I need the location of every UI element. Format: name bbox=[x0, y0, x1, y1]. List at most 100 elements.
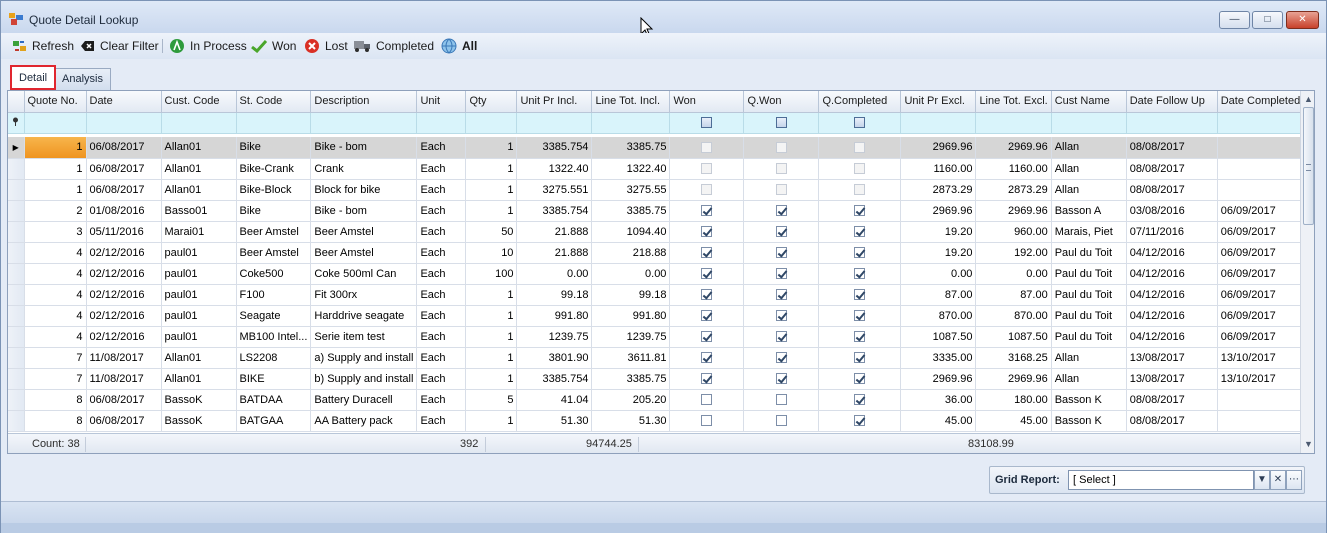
cell-line-tot-incl[interactable]: 3385.75 bbox=[591, 137, 671, 159]
cell-q-completed[interactable] bbox=[818, 263, 902, 285]
checkbox[interactable] bbox=[701, 352, 713, 364]
filter-checkbox[interactable] bbox=[701, 117, 713, 129]
cell-unit-pr-excl[interactable]: 0.00 bbox=[900, 263, 977, 285]
cell-date[interactable]: 02/12/2016 bbox=[86, 242, 162, 264]
cell-q-completed[interactable] bbox=[818, 158, 902, 180]
filter-cell[interactable] bbox=[975, 112, 1052, 134]
table-row[interactable]: 4 02/12/2016 paul01 F100 Fit 300rx Each 1 99.18… bbox=[8, 284, 1313, 306]
column-header-qty[interactable]: Qty bbox=[465, 91, 518, 113]
table-row[interactable]: 1 06/08/2017 Allan01 Bike-Block Block for bi… bbox=[8, 179, 1313, 201]
cell-won[interactable] bbox=[669, 326, 745, 348]
cell-line-tot-incl[interactable]: 51.30 bbox=[591, 410, 671, 432]
row-indicator[interactable] bbox=[8, 284, 25, 306]
cell-won[interactable] bbox=[669, 347, 745, 369]
cell-unit-pr-incl[interactable]: 3275.551 bbox=[516, 179, 593, 201]
cell-unit-pr-incl[interactable]: 1239.75 bbox=[516, 326, 593, 348]
tab-analysis[interactable]: Analysis bbox=[54, 68, 111, 90]
column-header-line-tot-excl[interactable]: Line Tot. Excl. bbox=[975, 91, 1052, 113]
cell-q-won[interactable] bbox=[743, 410, 820, 432]
cell-quote-no[interactable]: 7 bbox=[24, 347, 87, 369]
cell-qty[interactable]: 100 bbox=[465, 263, 518, 285]
cell-line-tot-incl[interactable]: 99.18 bbox=[591, 284, 671, 306]
cell-description[interactable]: Crank bbox=[310, 158, 418, 180]
close-button[interactable]: ✕ bbox=[1286, 11, 1319, 29]
row-indicator[interactable] bbox=[8, 263, 25, 285]
cell-st-code[interactable]: BIKE bbox=[236, 368, 312, 390]
grid-report-select[interactable]: [ Select ] bbox=[1068, 470, 1254, 490]
cell-line-tot-excl[interactable]: 87.00 bbox=[975, 284, 1052, 306]
column-header-unit[interactable]: Unit bbox=[416, 91, 467, 113]
cell-quote-no[interactable]: 4 bbox=[24, 263, 87, 285]
cell-description[interactable]: Beer Amstel bbox=[310, 221, 418, 243]
cell-unit-pr-excl[interactable]: 2873.29 bbox=[900, 179, 977, 201]
column-header-description[interactable]: Description bbox=[310, 91, 418, 113]
filter-cell[interactable] bbox=[24, 112, 87, 134]
table-row[interactable]: ▶ 1 06/08/2017 Allan01 Bike Bike - bom Each 1 33… bbox=[8, 137, 1313, 159]
cell-q-won[interactable] bbox=[743, 305, 820, 327]
table-row[interactable]: 1 06/08/2017 Allan01 Bike-Crank Crank Each 1 13… bbox=[8, 158, 1313, 180]
cell-date[interactable]: 06/08/2017 bbox=[86, 179, 162, 201]
filter-cell[interactable] bbox=[161, 112, 237, 134]
in-process-filter-button[interactable]: In Process bbox=[169, 37, 247, 55]
cell-date-follow-up[interactable]: 08/08/2017 bbox=[1126, 158, 1218, 180]
cell-unit[interactable]: Each bbox=[416, 179, 467, 201]
cell-q-won[interactable] bbox=[743, 368, 820, 390]
cell-unit-pr-excl[interactable]: 2969.96 bbox=[900, 368, 977, 390]
clear-filter-button[interactable]: Clear Filter bbox=[80, 37, 159, 55]
cell-line-tot-excl[interactable]: 2969.96 bbox=[975, 200, 1052, 222]
cell-date-completed[interactable]: 06/09/2017 bbox=[1217, 326, 1313, 348]
cell-line-tot-incl[interactable]: 0.00 bbox=[591, 263, 671, 285]
cell-q-won[interactable] bbox=[743, 347, 820, 369]
cell-unit-pr-incl[interactable]: 1322.40 bbox=[516, 158, 593, 180]
column-header-cust-name[interactable]: Cust Name bbox=[1051, 91, 1127, 113]
cell-description[interactable]: Block for bike bbox=[310, 179, 418, 201]
cell-qty[interactable]: 1 bbox=[465, 305, 518, 327]
checkbox[interactable] bbox=[775, 415, 787, 427]
cell-date-follow-up[interactable]: 08/08/2017 bbox=[1126, 410, 1218, 432]
cell-unit-pr-incl[interactable]: 41.04 bbox=[516, 389, 593, 411]
filter-q-completed-checkbox[interactable] bbox=[818, 112, 902, 134]
cell-cust-code[interactable]: paul01 bbox=[161, 305, 237, 327]
cell-unit-pr-excl[interactable]: 1160.00 bbox=[900, 158, 977, 180]
checkbox[interactable] bbox=[701, 289, 713, 301]
cell-unit[interactable]: Each bbox=[416, 242, 467, 264]
row-indicator[interactable] bbox=[8, 410, 25, 432]
column-header-line-tot-incl[interactable]: Line Tot. Incl. bbox=[591, 91, 671, 113]
cell-date[interactable]: 06/08/2017 bbox=[86, 410, 162, 432]
checkbox[interactable] bbox=[854, 184, 866, 196]
checkbox[interactable] bbox=[701, 247, 713, 259]
checkbox[interactable] bbox=[854, 205, 866, 217]
checkbox[interactable] bbox=[854, 141, 866, 153]
vertical-scrollbar[interactable]: ▲ ▼ bbox=[1300, 91, 1314, 453]
cell-won[interactable] bbox=[669, 410, 745, 432]
cell-unit-pr-incl[interactable]: 3385.754 bbox=[516, 368, 593, 390]
cell-cust-code[interactable]: BassoK bbox=[161, 389, 237, 411]
cell-st-code[interactable]: BATGAA bbox=[236, 410, 312, 432]
cell-unit-pr-excl[interactable]: 87.00 bbox=[900, 284, 977, 306]
checkbox[interactable] bbox=[775, 205, 787, 217]
row-indicator[interactable] bbox=[8, 368, 25, 390]
cell-description[interactable]: b) Supply and install bbox=[310, 368, 418, 390]
cell-date-completed[interactable]: 06/09/2017 bbox=[1217, 305, 1313, 327]
checkbox[interactable] bbox=[701, 394, 713, 406]
cell-unit-pr-incl[interactable]: 3385.754 bbox=[516, 137, 593, 159]
cell-line-tot-incl[interactable]: 205.20 bbox=[591, 389, 671, 411]
cell-won[interactable] bbox=[669, 221, 745, 243]
cell-cust-code[interactable]: paul01 bbox=[161, 284, 237, 306]
table-row[interactable]: 8 06/08/2017 BassoK BATDAA Battery Duracell E… bbox=[8, 389, 1313, 411]
won-filter-button[interactable]: Won bbox=[251, 37, 296, 55]
cell-date[interactable]: 02/12/2016 bbox=[86, 326, 162, 348]
cell-date-completed[interactable]: 06/09/2017 bbox=[1217, 200, 1313, 222]
cell-date-follow-up[interactable]: 08/08/2017 bbox=[1126, 137, 1218, 159]
cell-q-won[interactable] bbox=[743, 326, 820, 348]
cell-date-follow-up[interactable]: 13/08/2017 bbox=[1126, 347, 1218, 369]
cell-line-tot-incl[interactable]: 991.80 bbox=[591, 305, 671, 327]
cell-line-tot-incl[interactable]: 3385.75 bbox=[591, 200, 671, 222]
checkbox[interactable] bbox=[701, 226, 713, 238]
cell-date-completed[interactable]: 06/09/2017 bbox=[1217, 242, 1313, 264]
row-indicator[interactable] bbox=[8, 158, 25, 180]
cell-date[interactable]: 01/08/2016 bbox=[86, 200, 162, 222]
cell-unit[interactable]: Each bbox=[416, 368, 467, 390]
cell-description[interactable]: Serie item test bbox=[310, 326, 418, 348]
cell-qty[interactable]: 1 bbox=[465, 347, 518, 369]
